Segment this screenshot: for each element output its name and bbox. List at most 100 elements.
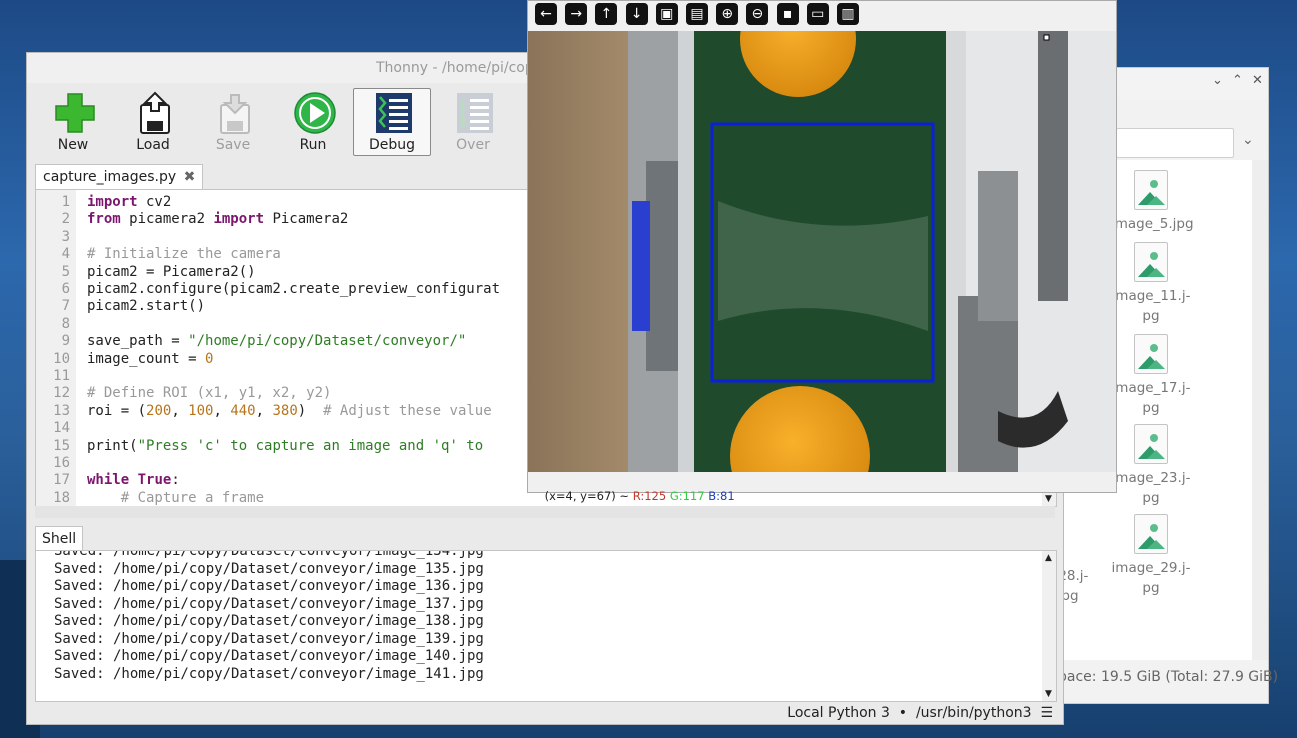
run-icon — [294, 92, 336, 134]
line-number: 7 — [61, 298, 70, 315]
line-number: 13 — [53, 402, 70, 419]
arrow-down-icon[interactable]: ↓ — [625, 3, 648, 25]
code-token: cv2 — [137, 194, 172, 210]
code-line[interactable]: picam2 = Picamera2() — [87, 264, 256, 280]
new-button[interactable]: New — [35, 89, 111, 155]
code-line[interactable]: image_count = 0 — [87, 351, 213, 367]
properties-icon[interactable]: ▥ — [837, 3, 859, 25]
code-line[interactable]: # Capture a frame — [87, 490, 264, 506]
shell-console[interactable]: ▲ ▼ Saved: /home/pi/copy/Dataset/conveyo… — [35, 550, 1057, 702]
close-tab-icon[interactable]: ✖ — [184, 169, 196, 185]
zoom-out-icon[interactable]: ⊖ — [746, 3, 769, 25]
pixel-info-status: (x=4, y=67) ~ R:125 G:117 B:81 — [530, 475, 735, 517]
code-token: import — [87, 194, 138, 210]
debug-button[interactable]: Debug — [353, 88, 431, 156]
path-input[interactable] — [1116, 128, 1234, 158]
code-line[interactable]: # Initialize the camera — [87, 246, 281, 262]
scroll-up-icon[interactable]: ▲ — [1045, 553, 1052, 563]
maximize-icon[interactable]: ⌃ — [1232, 73, 1243, 88]
file-item[interactable]: image_5.jpg — [1111, 170, 1194, 234]
tab-shell[interactable]: Shell — [35, 526, 84, 551]
file-name: image_29.j- pg — [1111, 560, 1191, 596]
line-number: 5 — [61, 263, 70, 280]
zoom-in-icon[interactable]: ⊕ — [716, 3, 739, 25]
over-label: Over — [456, 137, 490, 153]
code-line[interactable]: while True: — [87, 472, 180, 488]
file-item[interactable]: image_23.j- pg — [1111, 424, 1191, 508]
scroll-down-icon[interactable]: ▼ — [1045, 689, 1052, 699]
new-label: New — [57, 137, 89, 153]
scroll-down-icon[interactable]: ▼ — [1045, 494, 1052, 504]
interpreter-status[interactable]: Local Python 3 • /usr/bin/python3 ☰ — [787, 705, 1053, 721]
red-value: R:125 — [632, 489, 667, 503]
image-file-icon — [1134, 242, 1168, 282]
arrow-left-icon[interactable]: ← — [535, 3, 557, 25]
copy-icon[interactable]: ▭ — [806, 3, 829, 25]
save-button[interactable]: Save — [195, 89, 271, 155]
save-icon[interactable]: ▪ — [776, 3, 799, 25]
shell-output-line: Saved: /home/pi/copy/Dataset/conveyor/im… — [54, 550, 484, 559]
code-line[interactable]: # Define ROI (x1, y1, x2, y2) — [87, 385, 331, 401]
code-line[interactable]: roi = (200, 100, 440, 380) # Adjust thes… — [87, 403, 492, 419]
code-token: picam2.configure(picam2.create_preview_c… — [87, 281, 501, 297]
line-number: 18 — [53, 489, 70, 506]
run-button[interactable]: Run — [275, 89, 351, 155]
file-item[interactable]: image_29.j- pg — [1111, 514, 1191, 598]
code-token: picamera2 — [120, 211, 214, 228]
chevron-down-icon[interactable]: ⌄ — [1242, 132, 1254, 148]
code-token: from — [87, 211, 121, 228]
line-number: 11 — [53, 368, 70, 384]
code-line[interactable]: import cv2 — [87, 194, 171, 210]
cursor-coordinates: (x=4, y=67) ~ — [544, 489, 633, 503]
line-number-gutter: 1 2 3 4 5 6 7 8 9 10 11 12 13 14 15 16 17 18 — [36, 190, 76, 506]
file-name: image_23.j- pg — [1111, 470, 1191, 506]
image-file-icon — [1134, 334, 1168, 374]
file-item[interactable]: image_17.j- pg — [1111, 334, 1191, 418]
load-label: Load — [136, 137, 170, 153]
code-line[interactable]: from picamera2 import Picamera2 — [87, 211, 348, 227]
image-icon[interactable]: ▣ — [655, 3, 678, 25]
tab-label: capture_images.py — [43, 169, 177, 185]
save-label: Save — [215, 137, 251, 153]
line-number: 15 — [53, 437, 70, 454]
close-icon[interactable]: ✕ — [1252, 73, 1263, 88]
load-button[interactable]: Load — [115, 89, 191, 155]
free-space-text: pace: 19.5 GiB (Total: 27.9 GiB) — [1058, 669, 1279, 685]
image-settings-icon[interactable]: ▤ — [686, 3, 708, 25]
code-line[interactable]: save_path = "/home/pi/copy/Dataset/conve… — [87, 333, 466, 349]
file-name: image_17.j- pg — [1111, 380, 1191, 416]
file-item[interactable]: image_11.j- pg — [1111, 242, 1191, 326]
code-line[interactable]: print("Press 'c' to capture an image and… — [87, 438, 483, 454]
file-name: image_5.jpg — [1111, 216, 1194, 232]
file-list-scrollbar[interactable] — [1252, 160, 1268, 660]
code-token: 0 — [205, 350, 214, 367]
code-token: , — [171, 402, 189, 419]
run-label: Run — [299, 137, 327, 153]
camera-frame-image — [528, 31, 1116, 472]
minimize-icon[interactable]: ⌄ — [1212, 73, 1223, 88]
code-token: roi = ( — [87, 402, 147, 419]
status-bar: Local Python 3 • /usr/bin/python3 ☰ — [27, 703, 1063, 724]
shell-output-line: Saved: /home/pi/copy/Dataset/conveyor/im… — [54, 578, 484, 594]
tab-capture-images[interactable]: capture_images.py ✖ — [35, 164, 204, 189]
arrow-up-icon[interactable]: ↑ — [595, 3, 618, 25]
code-token: 200 — [146, 402, 172, 419]
image-toolbar: ← → ↑ ↓ ▣ ▤ ⊕ ⊖ ▪ ▭ ▥ — [528, 1, 1116, 31]
code-line[interactable]: picam2.start() — [87, 298, 205, 314]
code-token: print( — [87, 437, 138, 454]
camera-frame[interactable] — [528, 31, 1116, 472]
line-number: 10 — [53, 350, 70, 367]
code-token: picam2.start() — [87, 298, 206, 315]
code-token: Picamera2 — [264, 211, 349, 228]
shell-tab-label: Shell — [42, 531, 77, 547]
code-line[interactable]: picam2.configure(picam2.create_preview_c… — [87, 281, 500, 297]
code-token: , — [255, 402, 273, 419]
step-over-button[interactable]: Over — [435, 89, 511, 155]
arrow-right-icon[interactable]: → — [565, 3, 588, 25]
load-icon — [140, 91, 170, 134]
image-file-icon — [1134, 514, 1168, 554]
shell-vertical-scrollbar[interactable]: ▲ ▼ — [1042, 551, 1056, 701]
new-icon — [55, 93, 95, 133]
shell-output-line: Saved: /home/pi/copy/Dataset/conveyor/im… — [54, 648, 484, 664]
